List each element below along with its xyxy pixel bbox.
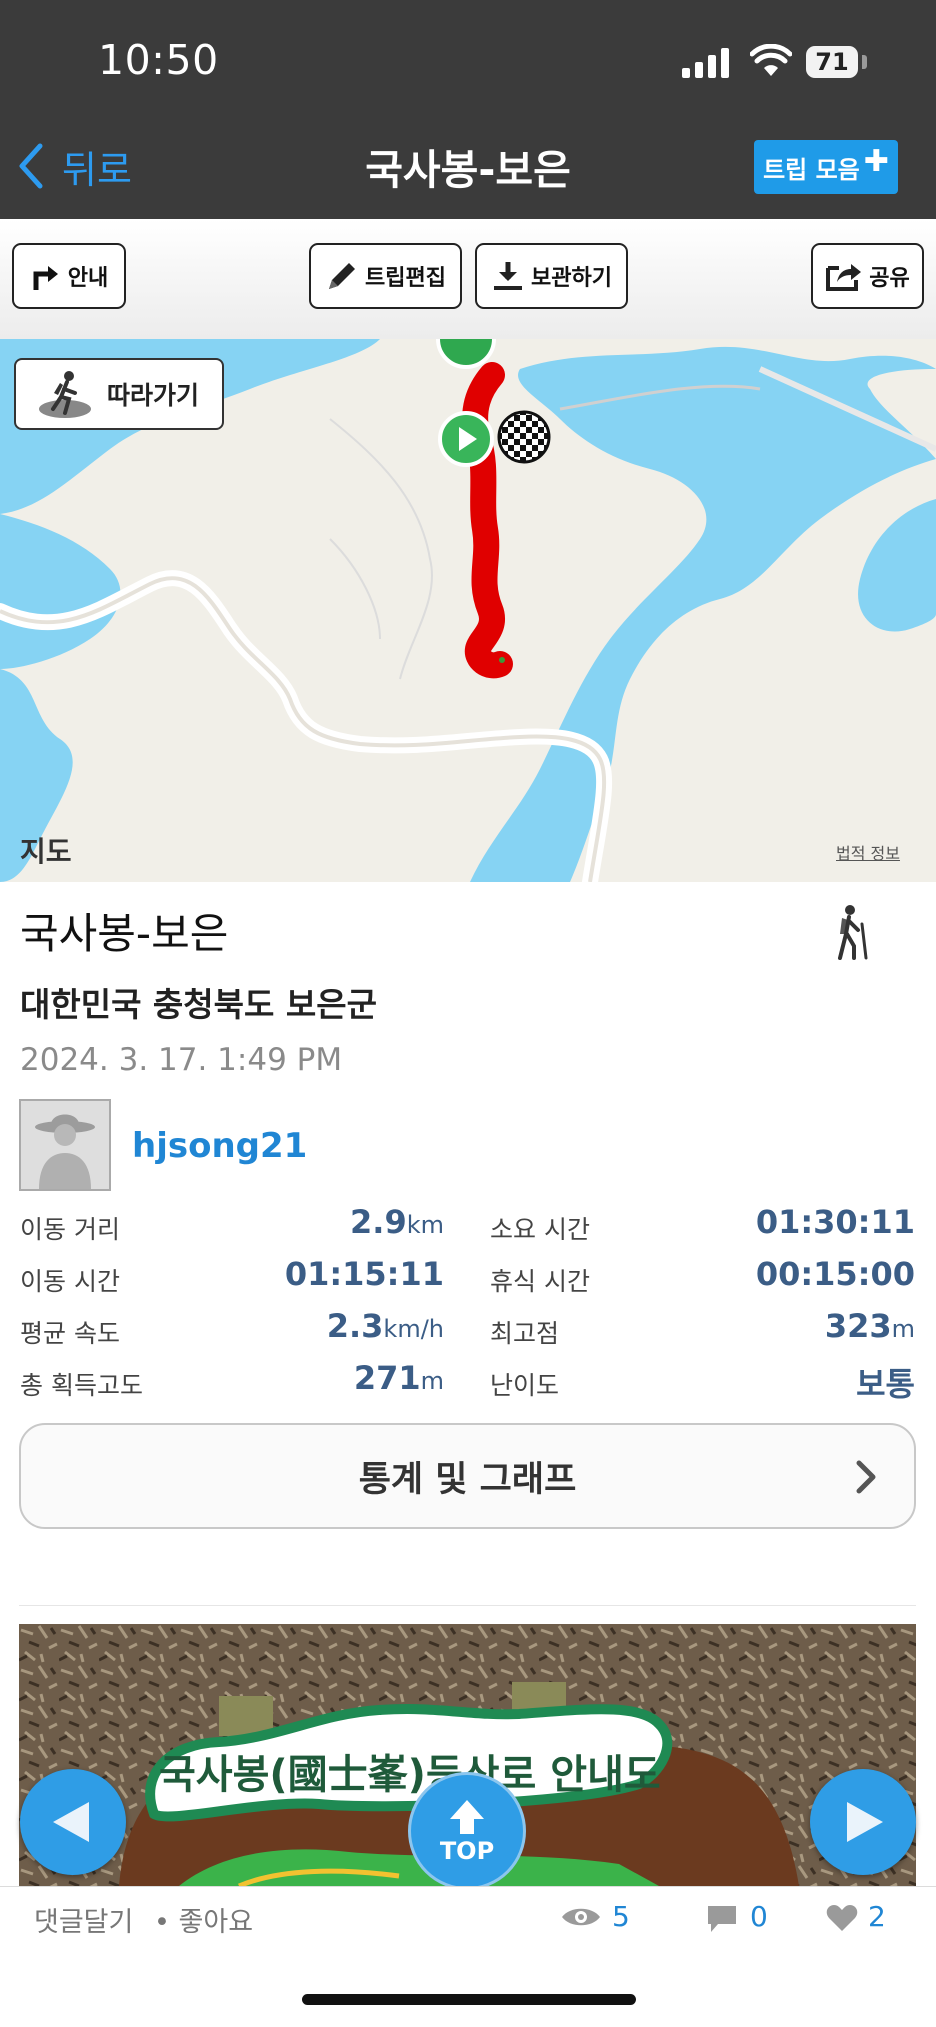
- share-button[interactable]: 공유: [811, 243, 924, 309]
- save-label: 보관하기: [531, 266, 612, 291]
- rest-time-value: 00:15:00: [755, 1255, 915, 1293]
- arrow-up-icon: [450, 1800, 484, 1834]
- scroll-top-label: TOP: [439, 1837, 495, 1865]
- battery-level: 71: [815, 48, 849, 76]
- stats-graph-label: 통계 및 그래프: [358, 1459, 577, 1500]
- max-altitude-number: 323: [824, 1307, 892, 1345]
- wifi-icon: [750, 44, 792, 76]
- username-link[interactable]: hjsong21: [132, 1126, 307, 1166]
- user-silhouette-icon: [21, 1101, 109, 1189]
- moving-time-label: 이동 시간: [20, 1267, 120, 1296]
- elevation-gain-unit: m: [420, 1367, 444, 1395]
- photo-sign-text: 국사봉(國士峯)등산로 안내도: [159, 1752, 661, 1798]
- like-button[interactable]: • 좋아요: [154, 1900, 253, 1939]
- comments-count: 0: [750, 1900, 768, 1933]
- comment-icon: [708, 1906, 736, 1932]
- map-brand-label: 지도: [20, 835, 72, 868]
- trip-region: 대한민국 충청북도 보은군: [20, 985, 377, 1024]
- max-altitude-unit: m: [891, 1315, 915, 1343]
- pencil-icon: [329, 263, 356, 289]
- likes-count: 2: [868, 1900, 886, 1933]
- trip-date: 2024. 3. 17. 1:49 PM: [20, 1042, 343, 1078]
- status-time: 10:50: [98, 36, 219, 84]
- follow-label: 따라가기: [106, 381, 199, 410]
- edit-trip-button[interactable]: 트립편집: [309, 243, 462, 309]
- avg-speed-number: 2.3: [326, 1307, 384, 1345]
- guide-label: 안내: [67, 266, 109, 291]
- elevation-gain-label: 총 획득고도: [20, 1371, 143, 1400]
- hiker-icon: [838, 905, 868, 960]
- share-label: 공유: [869, 266, 910, 291]
- total-time-value: 01:30:11: [755, 1203, 915, 1241]
- distance-label: 이동 거리: [20, 1215, 120, 1244]
- download-icon: [494, 262, 523, 290]
- trip-name: 국사봉-보은: [20, 909, 229, 958]
- play-left-icon: [53, 1802, 89, 1842]
- avatar[interactable]: [19, 1099, 111, 1191]
- max-altitude-value: 323m: [825, 1307, 915, 1345]
- finish-flag-icon: [497, 410, 551, 464]
- total-time-label: 소요 시간: [490, 1215, 590, 1244]
- guide-button[interactable]: 안내: [12, 243, 126, 309]
- stats-graph-button[interactable]: 통계 및 그래프: [19, 1423, 916, 1529]
- legal-info-link[interactable]: 법적 정보: [836, 840, 900, 864]
- battery-tip: [862, 55, 867, 69]
- previous-photo-button[interactable]: [20, 1769, 126, 1875]
- apple-maps-logo: 지도: [20, 830, 72, 870]
- eye-icon: [562, 1908, 600, 1926]
- elevation-gain-number: 271: [353, 1359, 421, 1397]
- distance-unit: km: [406, 1211, 444, 1239]
- difficulty-label: 난이도: [490, 1371, 560, 1400]
- moving-time-value: 01:15:11: [284, 1255, 444, 1293]
- start-marker-icon: [438, 411, 494, 467]
- edit-trip-label: 트립편집: [365, 266, 446, 291]
- avg-speed-unit: km/h: [383, 1315, 444, 1343]
- cellular-signal-icon: [682, 48, 729, 78]
- play-right-icon: [847, 1802, 883, 1842]
- trip-collection-button[interactable]: 트립 모음 ✚: [754, 140, 898, 194]
- heart-icon: [826, 1905, 858, 1931]
- avg-speed-label: 평균 속도: [20, 1319, 120, 1348]
- trip-collection-label: 트립 모음: [763, 155, 860, 184]
- rest-time-label: 휴식 시간: [490, 1267, 590, 1296]
- turn-arrow-icon: [33, 266, 58, 290]
- save-button[interactable]: 보관하기: [475, 243, 628, 309]
- distance-value: 2.9km: [350, 1203, 444, 1241]
- plus-icon: ✚: [863, 143, 889, 179]
- toolbar: [0, 219, 936, 340]
- hiker-follow-icon: [38, 371, 91, 418]
- elevation-gain-value: 271m: [354, 1359, 444, 1397]
- share-icon: [826, 264, 862, 291]
- views-count: 5: [612, 1900, 630, 1933]
- max-altitude-label: 최고점: [490, 1319, 560, 1348]
- follow-button[interactable]: 따라가기: [14, 358, 224, 430]
- comment-button[interactable]: 댓글달기: [34, 1900, 133, 1939]
- next-photo-button[interactable]: [810, 1769, 916, 1875]
- chevron-right-icon: [856, 1460, 876, 1494]
- divider: [19, 1605, 916, 1606]
- difficulty-value: 보통: [856, 1365, 915, 1403]
- home-indicator: [302, 1994, 636, 2005]
- footer-bar: [0, 1886, 936, 2027]
- distance-number: 2.9: [350, 1203, 407, 1241]
- avg-speed-value: 2.3km/h: [327, 1307, 444, 1345]
- scroll-top-button[interactable]: TOP: [408, 1772, 526, 1890]
- battery-icon: 71: [806, 46, 858, 78]
